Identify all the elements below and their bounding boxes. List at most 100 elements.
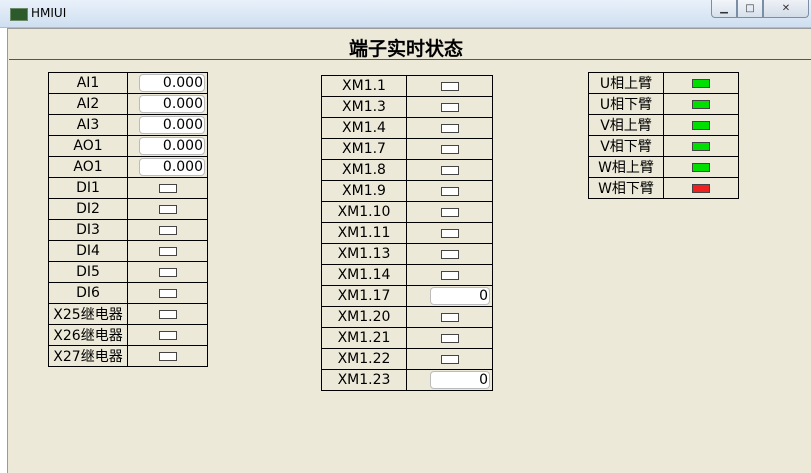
terminal-value-cell: [127, 240, 208, 262]
xm-row-xm1-17: XM1.17 0: [321, 285, 493, 307]
xm-row-xm1-1: XM1.1: [321, 75, 493, 97]
analog-value-field[interactable]: 0.000: [139, 158, 205, 176]
xm-row-xm1-23: XM1.23 0: [321, 369, 493, 391]
minimize-button[interactable]: ▁: [711, 0, 737, 18]
status-indicator: [158, 309, 177, 319]
analog-row-ao1: AO1 0.000: [48, 135, 208, 157]
status-indicator: [440, 165, 459, 175]
status-indicator: [440, 312, 459, 322]
status-indicator: [158, 204, 177, 214]
status-indicator: [440, 249, 459, 259]
terminal-label: DI6: [48, 282, 128, 304]
terminal-value-cell: [406, 75, 493, 97]
analog-value-field[interactable]: 0.000: [139, 95, 205, 113]
terminal-value-cell: [663, 135, 739, 157]
bridge-arm-row-5: W相上臂: [588, 156, 739, 178]
terminal-label: W相下臂: [588, 177, 664, 199]
terminal-label: AO1: [48, 135, 128, 157]
digital-row-5: DI5: [48, 261, 208, 283]
terminal-label: XM1.8: [321, 159, 407, 181]
app-icon: [10, 8, 28, 21]
digital-row-8: X26继电器: [48, 324, 208, 346]
terminal-label: V相上臂: [588, 114, 664, 136]
status-indicator: [158, 330, 177, 340]
terminal-value-cell: [663, 156, 739, 178]
terminal-label: XM1.3: [321, 96, 407, 118]
xm-row-xm1-11: XM1.11: [321, 222, 493, 244]
window-title: HMIUI: [31, 6, 67, 20]
terminal-value-cell: 0: [406, 285, 493, 307]
digital-row-4: DI4: [48, 240, 208, 262]
terminal-label: DI2: [48, 198, 128, 220]
arm-status-indicator: [692, 120, 710, 130]
terminal-value-cell: [406, 117, 493, 139]
terminal-label: XM1.20: [321, 306, 407, 328]
terminal-value-cell: [406, 180, 493, 202]
terminal-label: XM1.13: [321, 243, 407, 265]
xm-row-xm1-14: XM1.14: [321, 264, 493, 286]
xm-row-xm1-3: XM1.3: [321, 96, 493, 118]
terminal-value-cell: [406, 264, 493, 286]
close-button[interactable]: ✕: [763, 0, 809, 18]
terminal-label: AI3: [48, 114, 128, 136]
terminal-value-cell: [663, 72, 739, 94]
terminal-value-cell: [406, 138, 493, 160]
terminal-value-cell: [406, 243, 493, 265]
terminal-value-cell: [663, 93, 739, 115]
terminal-label: W相上臂: [588, 156, 664, 178]
terminal-value-cell: [406, 348, 493, 370]
terminal-value-cell: 0: [406, 369, 493, 391]
terminal-label: XM1.14: [321, 264, 407, 286]
terminal-value-cell: [663, 114, 739, 136]
xm-value-field[interactable]: 0: [430, 287, 490, 305]
analog-value-field[interactable]: 0.000: [139, 74, 205, 92]
terminal-value-cell: [127, 324, 208, 346]
terminal-label: XM1.17: [321, 285, 407, 307]
xm-value-field[interactable]: 0: [430, 371, 490, 389]
terminal-label: DI4: [48, 240, 128, 262]
digital-row-3: DI3: [48, 219, 208, 241]
terminal-value-cell: [127, 345, 208, 367]
analog-value-field[interactable]: 0.000: [139, 116, 205, 134]
terminal-value-cell: [406, 201, 493, 223]
status-indicator: [440, 354, 459, 364]
xm-row-xm1-13: XM1.13: [321, 243, 493, 265]
xm-row-xm1-21: XM1.21: [321, 327, 493, 349]
terminal-label: XM1.1: [321, 75, 407, 97]
terminal-value-cell: [663, 177, 739, 199]
status-indicator: [440, 207, 459, 217]
analog-row-ai1: AI1 0.000: [48, 72, 208, 94]
maximize-button[interactable]: □: [737, 0, 763, 18]
status-indicator: [158, 183, 177, 193]
terminal-value-cell: [127, 177, 208, 199]
status-indicator: [440, 333, 459, 343]
bridge-arm-row-2: U相下臂: [588, 93, 739, 115]
xm-row-xm1-10: XM1.10: [321, 201, 493, 223]
terminal-label: XM1.22: [321, 348, 407, 370]
terminal-value-cell: [406, 306, 493, 328]
terminal-value-cell: [127, 261, 208, 283]
page-title: 端子实时状态: [348, 38, 463, 60]
arm-status-indicator: [692, 99, 710, 109]
terminal-label: X27继电器: [48, 345, 128, 367]
analog-value-field[interactable]: 0.000: [139, 137, 205, 155]
terminal-label: XM1.21: [321, 327, 407, 349]
terminal-label: V相下臂: [588, 135, 664, 157]
terminal-label: XM1.23: [321, 369, 407, 391]
analog-row-ai2: AI2 0.000: [48, 93, 208, 115]
terminal-label: XM1.9: [321, 180, 407, 202]
terminal-label: XM1.11: [321, 222, 407, 244]
xm-row-xm1-8: XM1.8: [321, 159, 493, 181]
terminal-label: DI5: [48, 261, 128, 283]
status-indicator: [158, 288, 177, 298]
status-indicator: [440, 81, 459, 91]
status-indicator: [440, 186, 459, 196]
terminal-value-cell: [406, 96, 493, 118]
bridge-arm-row-3: V相上臂: [588, 114, 739, 136]
terminal-label: XM1.4: [321, 117, 407, 139]
analog-row-ao1: AO1 0.000: [48, 156, 208, 178]
status-indicator: [158, 267, 177, 277]
terminal-value-cell: [127, 198, 208, 220]
xm-row-xm1-7: XM1.7: [321, 138, 493, 160]
terminal-value-cell: [406, 222, 493, 244]
